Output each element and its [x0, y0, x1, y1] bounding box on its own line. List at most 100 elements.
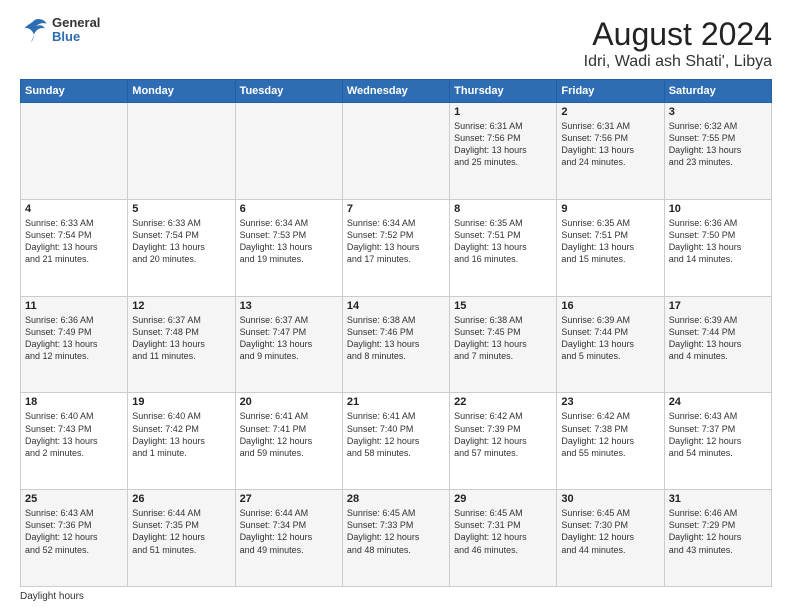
day-detail: Sunrise: 6:34 AMSunset: 7:52 PMDaylight:… [347, 217, 445, 266]
day-number: 13 [240, 300, 338, 312]
day-cell: 30 Sunrise: 6:45 AMSunset: 7:30 PMDayligh… [557, 490, 664, 587]
day-cell: 27 Sunrise: 6:44 AMSunset: 7:34 PMDayligh… [235, 490, 342, 587]
day-number: 5 [132, 203, 230, 215]
day-cell: 23 Sunrise: 6:42 AMSunset: 7:38 PMDayligh… [557, 393, 664, 490]
col-saturday: Saturday [664, 80, 771, 103]
day-detail: Sunrise: 6:31 AMSunset: 7:56 PMDaylight:… [561, 120, 659, 169]
day-detail: Sunrise: 6:44 AMSunset: 7:35 PMDaylight:… [132, 507, 230, 556]
day-number: 4 [25, 203, 123, 215]
day-cell [235, 103, 342, 200]
day-detail: Sunrise: 6:41 AMSunset: 7:41 PMDaylight:… [240, 410, 338, 459]
day-detail: Sunrise: 6:36 AMSunset: 7:50 PMDaylight:… [669, 217, 767, 266]
logo-icon [20, 16, 48, 44]
day-number: 11 [25, 300, 123, 312]
day-number: 29 [454, 493, 552, 505]
day-cell: 28Sunrise: 6:45 AMSunset: 7:33 PMDayligh… [342, 490, 449, 587]
week-row-4: 25Sunrise: 6:43 AMSunset: 7:36 PMDayligh… [21, 490, 772, 587]
calendar-title: August 2024 [584, 16, 772, 53]
day-cell: 19 Sunrise: 6:40 AMSunset: 7:42 PMDayligh… [128, 393, 235, 490]
day-cell [342, 103, 449, 200]
day-number: 16 [561, 300, 659, 312]
day-detail: Sunrise: 6:35 AMSunset: 7:51 PMDaylight:… [454, 217, 552, 266]
logo-general: General [52, 16, 100, 30]
daylight-hours-label: Daylight hours [20, 591, 84, 602]
header: General Blue August 2024 Idri, Wadi ash … [20, 16, 772, 71]
day-cell: 11 Sunrise: 6:36 AMSunset: 7:49 PMDayligh… [21, 296, 128, 393]
day-detail: Sunrise: 6:46 AMSunset: 7:29 PMDaylight:… [669, 507, 767, 556]
header-row: Sunday Monday Tuesday Wednesday Thursday… [21, 80, 772, 103]
day-cell: 25Sunrise: 6:43 AMSunset: 7:36 PMDayligh… [21, 490, 128, 587]
day-detail: Sunrise: 6:44 AMSunset: 7:34 PMDaylight:… [240, 507, 338, 556]
day-cell: 8 Sunrise: 6:35 AMSunset: 7:51 PMDaylight… [450, 199, 557, 296]
day-detail: Sunrise: 6:42 AMSunset: 7:39 PMDaylight:… [454, 410, 552, 459]
day-detail: Sunrise: 6:45 AMSunset: 7:31 PMDaylight:… [454, 507, 552, 556]
day-number: 8 [454, 203, 552, 215]
day-detail: Sunrise: 6:38 AMSunset: 7:46 PMDaylight:… [347, 314, 445, 363]
day-number: 3 [669, 106, 767, 118]
day-number: 19 [132, 396, 230, 408]
col-tuesday: Tuesday [235, 80, 342, 103]
week-row-0: 1Sunrise: 6:31 AMSunset: 7:56 PMDaylight… [21, 103, 772, 200]
day-detail: Sunrise: 6:39 AMSunset: 7:44 PMDaylight:… [669, 314, 767, 363]
day-cell: 15 Sunrise: 6:38 AMSunset: 7:45 PMDayligh… [450, 296, 557, 393]
day-detail: Sunrise: 6:45 AMSunset: 7:30 PMDaylight:… [561, 507, 659, 556]
day-cell: 16 Sunrise: 6:39 AMSunset: 7:44 PMDayligh… [557, 296, 664, 393]
week-row-2: 11 Sunrise: 6:36 AMSunset: 7:49 PMDayligh… [21, 296, 772, 393]
day-number: 21 [347, 396, 445, 408]
day-number: 15 [454, 300, 552, 312]
day-cell [21, 103, 128, 200]
day-number: 14 [347, 300, 445, 312]
day-number: 10 [669, 203, 767, 215]
day-detail: Sunrise: 6:37 AMSunset: 7:48 PMDaylight:… [132, 314, 230, 363]
day-cell: 4 Sunrise: 6:33 AMSunset: 7:54 PMDaylight… [21, 199, 128, 296]
day-cell: 22Sunrise: 6:42 AMSunset: 7:39 PMDayligh… [450, 393, 557, 490]
day-cell: 9 Sunrise: 6:35 AMSunset: 7:51 PMDaylight… [557, 199, 664, 296]
day-cell: 17 Sunrise: 6:39 AMSunset: 7:44 PMDayligh… [664, 296, 771, 393]
col-wednesday: Wednesday [342, 80, 449, 103]
logo-blue: Blue [52, 30, 100, 44]
footer: Daylight hours [20, 591, 772, 602]
day-detail: Sunrise: 6:33 AMSunset: 7:54 PMDaylight:… [25, 217, 123, 266]
day-number: 25 [25, 493, 123, 505]
day-detail: Sunrise: 6:34 AMSunset: 7:53 PMDaylight:… [240, 217, 338, 266]
day-number: 30 [561, 493, 659, 505]
day-number: 12 [132, 300, 230, 312]
day-number: 23 [561, 396, 659, 408]
day-detail: Sunrise: 6:42 AMSunset: 7:38 PMDaylight:… [561, 410, 659, 459]
day-cell: 26Sunrise: 6:44 AMSunset: 7:35 PMDayligh… [128, 490, 235, 587]
calendar-subtitle: Idri, Wadi ash Shati', Libya [584, 53, 772, 71]
day-number: 18 [25, 396, 123, 408]
calendar-table: Sunday Monday Tuesday Wednesday Thursday… [20, 79, 772, 587]
day-detail: Sunrise: 6:43 AMSunset: 7:37 PMDaylight:… [669, 410, 767, 459]
day-cell: 3 Sunrise: 6:32 AMSunset: 7:55 PMDaylight… [664, 103, 771, 200]
day-detail: Sunrise: 6:37 AMSunset: 7:47 PMDaylight:… [240, 314, 338, 363]
day-detail: Sunrise: 6:39 AMSunset: 7:44 PMDaylight:… [561, 314, 659, 363]
calendar-header: Sunday Monday Tuesday Wednesday Thursday… [21, 80, 772, 103]
day-cell: 10 Sunrise: 6:36 AMSunset: 7:50 PMDayligh… [664, 199, 771, 296]
day-cell: 5Sunrise: 6:33 AMSunset: 7:54 PMDaylight… [128, 199, 235, 296]
day-cell: 18 Sunrise: 6:40 AMSunset: 7:43 PMDayligh… [21, 393, 128, 490]
day-cell: 14 Sunrise: 6:38 AMSunset: 7:46 PMDayligh… [342, 296, 449, 393]
col-monday: Monday [128, 80, 235, 103]
day-number: 31 [669, 493, 767, 505]
day-cell [128, 103, 235, 200]
col-sunday: Sunday [21, 80, 128, 103]
page: General Blue August 2024 Idri, Wadi ash … [0, 0, 792, 612]
day-detail: Sunrise: 6:32 AMSunset: 7:55 PMDaylight:… [669, 120, 767, 169]
day-number: 17 [669, 300, 767, 312]
day-number: 24 [669, 396, 767, 408]
day-detail: Sunrise: 6:35 AMSunset: 7:51 PMDaylight:… [561, 217, 659, 266]
day-number: 27 [240, 493, 338, 505]
day-detail: Sunrise: 6:40 AMSunset: 7:43 PMDaylight:… [25, 410, 123, 459]
day-number: 2 [561, 106, 659, 118]
calendar-body: 1Sunrise: 6:31 AMSunset: 7:56 PMDaylight… [21, 103, 772, 587]
day-number: 6 [240, 203, 338, 215]
day-detail: Sunrise: 6:40 AMSunset: 7:42 PMDaylight:… [132, 410, 230, 459]
day-detail: Sunrise: 6:36 AMSunset: 7:49 PMDaylight:… [25, 314, 123, 363]
col-thursday: Thursday [450, 80, 557, 103]
day-detail: Sunrise: 6:41 AMSunset: 7:40 PMDaylight:… [347, 410, 445, 459]
day-cell: 1Sunrise: 6:31 AMSunset: 7:56 PMDaylight… [450, 103, 557, 200]
day-number: 9 [561, 203, 659, 215]
day-cell: 24 Sunrise: 6:43 AMSunset: 7:37 PMDayligh… [664, 393, 771, 490]
day-detail: Sunrise: 6:38 AMSunset: 7:45 PMDaylight:… [454, 314, 552, 363]
